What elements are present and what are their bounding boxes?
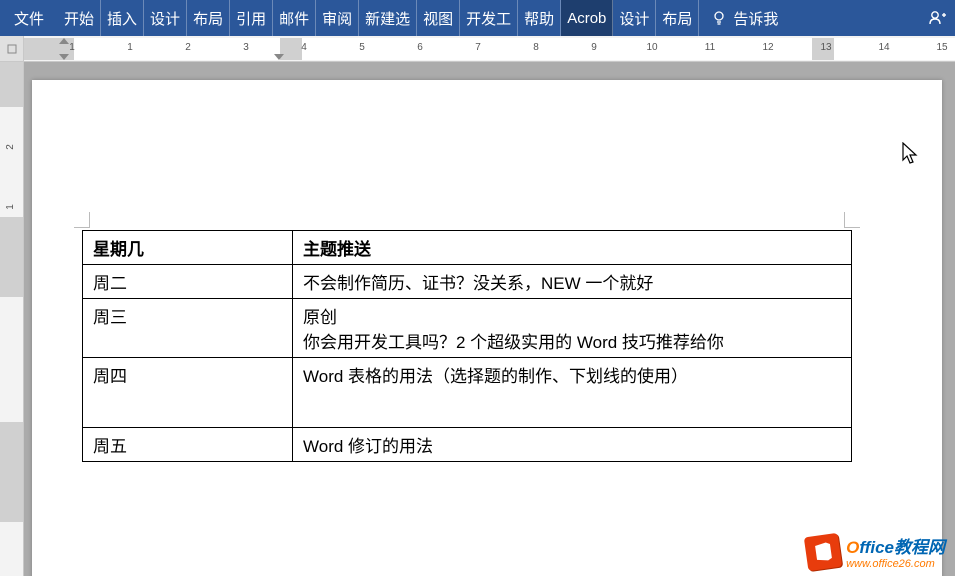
tell-me-search[interactable]: 告诉我 <box>699 0 790 36</box>
first-line-indent-marker[interactable] <box>59 38 69 44</box>
tab-insert[interactable]: 插入 <box>101 0 144 36</box>
margin-corner-icon <box>74 212 90 228</box>
tab-view[interactable]: 视图 <box>417 0 460 36</box>
tab-help[interactable]: 帮助 <box>518 0 561 36</box>
table-row[interactable]: 周四 Word 表格的用法（选择题的制作、下划线的使用） <box>83 358 852 428</box>
cell-topic[interactable]: Word 表格的用法（选择题的制作、下划线的使用） <box>293 358 852 428</box>
tab-acrobat[interactable]: Acrob <box>561 0 613 36</box>
lightbulb-icon <box>711 10 727 26</box>
tab-home[interactable]: 开始 <box>58 0 101 36</box>
tab-design[interactable]: 设计 <box>144 0 187 36</box>
table-row[interactable]: 周二 不会制作简历、证书？没关系，NEW 一个就好 <box>83 265 852 299</box>
tab-table-layout[interactable]: 布局 <box>656 0 699 36</box>
cell-topic[interactable]: 不会制作简历、证书？没关系，NEW 一个就好 <box>293 265 852 299</box>
table-header-topic[interactable]: 主题推送 <box>293 231 852 265</box>
ruler-tick: 15 <box>936 42 947 53</box>
table-row[interactable]: 周五 Word 修订的用法 <box>83 428 852 462</box>
ruler-tick: 8 <box>533 42 539 53</box>
tab-new[interactable]: 新建选 <box>359 0 417 36</box>
table-row[interactable]: 周三 原创 你会用开发工具吗？2 个超级实用的 Word 技巧推荐给你 <box>83 299 852 358</box>
cell-topic[interactable]: 原创 你会用开发工具吗？2 个超级实用的 Word 技巧推荐给你 <box>293 299 852 358</box>
content-table[interactable]: 星期几 主题推送 周二 不会制作简历、证书？没关系，NEW 一个就好 周三 原创… <box>82 230 852 462</box>
horizontal-ruler[interactable]: 1 1 2 3 4 5 6 7 8 9 10 11 12 13 14 15 <box>0 36 955 62</box>
page: 星期几 主题推送 周二 不会制作简历、证书？没关系，NEW 一个就好 周三 原创… <box>32 80 942 576</box>
ruler-tick: 7 <box>475 42 481 53</box>
vruler-tick: 1 <box>5 204 16 210</box>
table-header-day[interactable]: 星期几 <box>83 231 293 265</box>
vruler-tick: 2 <box>5 144 16 150</box>
ruler-tick: 1 <box>69 42 75 53</box>
share-icon[interactable] <box>927 8 947 28</box>
cell-day[interactable]: 周二 <box>83 265 293 299</box>
cell-day[interactable]: 周三 <box>83 299 293 358</box>
ruler-tick: 1 <box>127 42 133 53</box>
ruler-tick: 3 <box>243 42 249 53</box>
ruler-tick: 13 <box>820 42 831 53</box>
tab-file[interactable]: 文件 <box>0 0 58 36</box>
ruler-tick: 9 <box>591 42 597 53</box>
vertical-ruler[interactable]: 2 1 <box>0 62 24 576</box>
document-canvas[interactable]: 星期几 主题推送 周二 不会制作简历、证书？没关系，NEW 一个就好 周三 原创… <box>24 62 955 576</box>
tell-me-label: 告诉我 <box>733 8 778 29</box>
right-indent-marker[interactable] <box>274 54 284 60</box>
left-indent-marker[interactable] <box>59 54 69 60</box>
tab-layout[interactable]: 布局 <box>187 0 230 36</box>
ruler-tick: 2 <box>185 42 191 53</box>
tab-mailings[interactable]: 邮件 <box>273 0 316 36</box>
tab-developer[interactable]: 开发工 <box>460 0 518 36</box>
tab-review[interactable]: 审阅 <box>316 0 359 36</box>
margin-corner-icon <box>844 212 860 228</box>
tab-references[interactable]: 引用 <box>230 0 273 36</box>
tab-table-design[interactable]: 设计 <box>613 0 656 36</box>
ruler-tick: 5 <box>359 42 365 53</box>
ruler-tick: 14 <box>878 42 889 53</box>
ruler-tick: 10 <box>646 42 657 53</box>
cell-topic[interactable]: Word 修订的用法 <box>293 428 852 462</box>
cell-day[interactable]: 周四 <box>83 358 293 428</box>
cell-day[interactable]: 周五 <box>83 428 293 462</box>
ruler-tick: 12 <box>762 42 773 53</box>
ribbon-tabs: 文件 开始 插入 设计 布局 引用 邮件 审阅 新建选 视图 开发工 帮助 Ac… <box>0 0 955 36</box>
ruler-tick: 11 <box>705 42 715 53</box>
ruler-corner <box>0 36 24 61</box>
ruler-tick: 4 <box>301 42 307 53</box>
ruler-tick: 6 <box>417 42 423 53</box>
